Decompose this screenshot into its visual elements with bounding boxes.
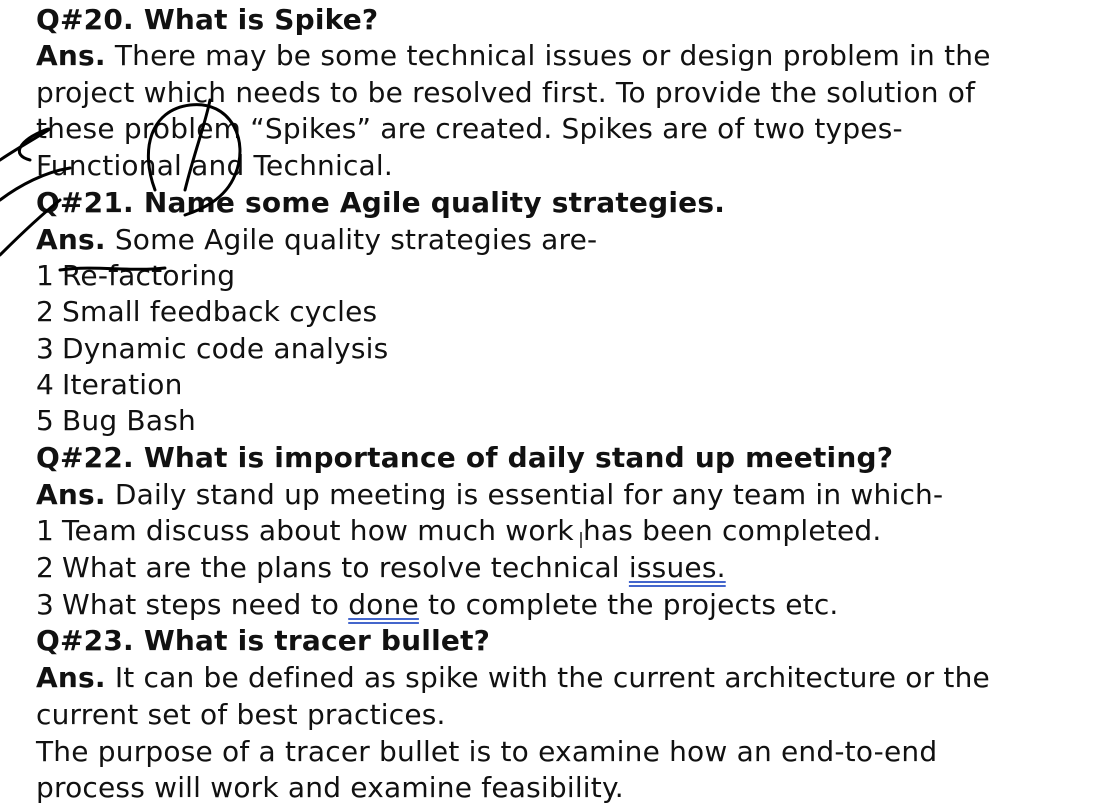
answer-23-line-3: The purpose of a tracer bullet is to exa… [36, 735, 938, 768]
list-text: Bug Bash [62, 404, 196, 437]
answer-label: Ans. [36, 661, 106, 694]
list-number: 5 [36, 404, 55, 437]
answer-20-line-1: Ans. There may be some technical issues … [36, 38, 991, 74]
list-text: Dynamic code analysis [62, 332, 389, 365]
question-21-title: Q#21. Name some Agile quality strategies… [36, 186, 726, 219]
answer-23-line-2: current set of best practices. [36, 698, 446, 731]
answer-23-line-1: Ans. It can be defined as spike with the… [36, 660, 990, 696]
answer-22-intro: Ans. Daily stand up meeting is essential… [36, 477, 943, 513]
question-20-title: Q#20. What is Spike? [36, 3, 379, 36]
answer-text: There may be some technical issues or de… [105, 39, 991, 72]
list-text: What steps need to [62, 588, 349, 621]
list-text: Team discuss about how much work has bee… [62, 514, 882, 547]
question-22-title: Q#22. What is importance of daily stand … [36, 441, 894, 474]
list-number: 1 [36, 259, 55, 292]
answer-text: Daily stand up meeting is essential for … [105, 478, 944, 511]
list-item: 1 Team discuss about how much work has be… [36, 513, 881, 549]
answer-label: Ans. [36, 39, 106, 72]
list-number: 2 [36, 295, 55, 328]
question-23-title: Q#23. What is tracer bullet? [36, 624, 491, 657]
answer-label: Ans. [36, 478, 106, 511]
list-item: 1 Re-factoring [36, 258, 235, 294]
list-item: 3 What steps need to done to complete the… [36, 587, 839, 623]
answer-20-line-2: project which needs to be resolved first… [36, 76, 976, 109]
list-item: 2 What are the plans to resolve technical… [36, 550, 726, 586]
answer-20-line-4: Functional and Technical. [36, 149, 393, 182]
answer-text: It can be defined as spike with the curr… [105, 661, 990, 694]
list-text: Small feedback cycles [62, 295, 378, 328]
list-text: to complete the projects etc. [418, 588, 839, 621]
list-item: 4 Iteration [36, 367, 183, 403]
list-number: 3 [36, 588, 55, 621]
list-item: 2 Small feedback cycles [36, 294, 377, 330]
spellcheck-underlined-word: done [348, 588, 419, 621]
list-text: Re-factoring [62, 259, 236, 292]
list-item: 5 Bug Bash [36, 403, 196, 439]
spellcheck-underlined-word: issues. [628, 551, 726, 584]
list-number: 1 [36, 514, 55, 547]
answer-21-intro: Ans. Some Agile quality strategies are- [36, 222, 597, 258]
answer-20-line-3: these problem “Spikes” are created. Spik… [36, 112, 903, 145]
list-text: Iteration [62, 368, 183, 401]
list-number: 3 [36, 332, 55, 365]
list-item: 3 Dynamic code analysis [36, 331, 388, 367]
answer-text: Some Agile quality strategies are- [105, 223, 598, 256]
answer-23-line-4: process will work and examine feasibilit… [36, 771, 624, 804]
list-number: 2 [36, 551, 55, 584]
answer-label: Ans. [36, 223, 106, 256]
list-number: 4 [36, 368, 55, 401]
list-text: What are the plans to resolve technical [62, 551, 629, 584]
